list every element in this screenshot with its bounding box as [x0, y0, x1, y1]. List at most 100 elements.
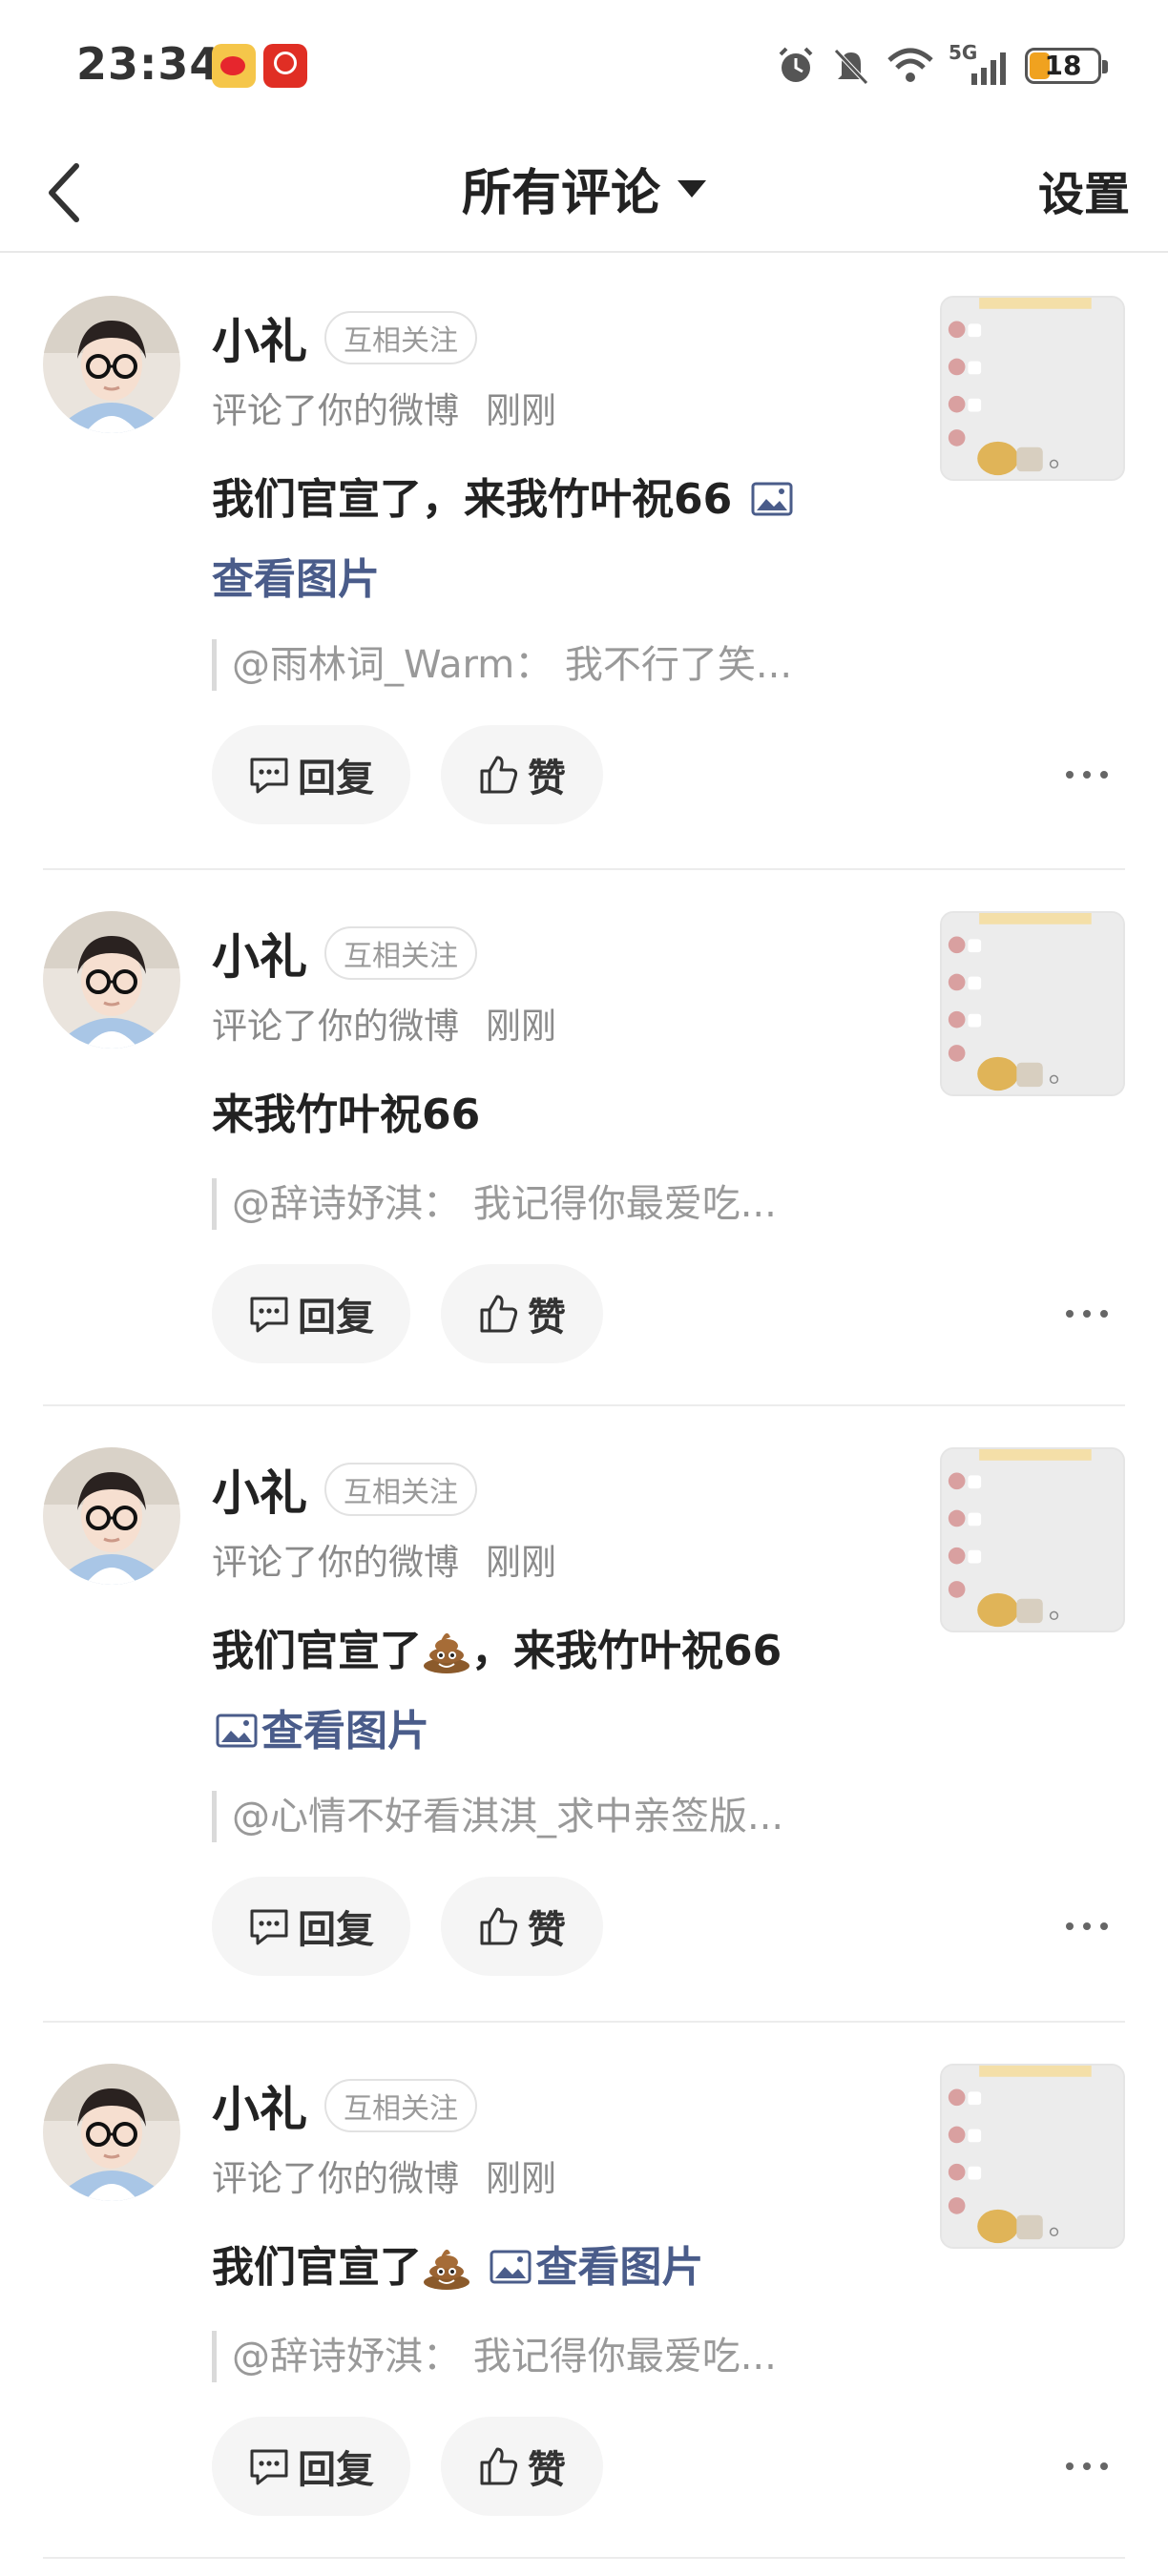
picture-icon: [490, 2250, 532, 2284]
user-name[interactable]: 小礼: [212, 2071, 307, 2140]
comment-action: 评论了你的微博: [212, 390, 459, 431]
reply-button[interactable]: 回复: [212, 2417, 410, 2516]
reply-label: 回复: [298, 1908, 374, 1952]
comment-time: 刚刚: [486, 2158, 556, 2199]
comment-time: 刚刚: [486, 1542, 556, 1583]
reply-label: 回复: [298, 2448, 374, 2492]
comment-meta: 评论了你的微博 刚刚: [212, 1533, 556, 1585]
divider: [43, 2021, 1125, 2023]
signal-icon: 5G: [949, 41, 1012, 87]
comment-body-cont: ，来我竹叶祝66: [471, 1627, 782, 1675]
pile-of-poo-emoji-icon: [422, 2244, 471, 2290]
comment-action: 评论了你的微博: [212, 2158, 459, 2199]
mute-icon: [834, 49, 868, 85]
user-name[interactable]: 小礼: [212, 1455, 307, 1524]
reply-button[interactable]: 回复: [212, 1264, 410, 1363]
user-name[interactable]: 小礼: [212, 919, 307, 987]
thumbs-up-icon: [478, 1905, 520, 1947]
comment-text: 我们官宣了 查看图片: [212, 2228, 937, 2308]
alarm-icon: [779, 47, 813, 82]
reply-button[interactable]: 回复: [212, 725, 410, 824]
like-label: 赞: [528, 1296, 566, 1340]
mutual-follow-badge: 互相关注: [324, 2079, 477, 2132]
weibo-thumbnail[interactable]: [940, 1447, 1125, 1632]
comment-meta: 评论了你的微博 刚刚: [212, 2150, 556, 2201]
battery-level: 18: [1044, 50, 1082, 81]
like-label: 赞: [528, 2448, 566, 2492]
comment-body: 我们官宣了: [212, 1627, 422, 1675]
comment-time: 刚刚: [486, 1006, 556, 1047]
mutual-follow-badge: 互相关注: [324, 1463, 477, 1516]
more-options-icon[interactable]: [1063, 765, 1111, 784]
status-bar: 23:34 5G 18: [0, 0, 1168, 134]
user-avatar[interactable]: [43, 1447, 180, 1585]
like-label: 赞: [528, 757, 566, 800]
quoted-comment[interactable]: @雨林词_Warm： 我不行了笑...: [212, 639, 928, 691]
nav-header: 所有评论 设置: [0, 134, 1168, 253]
like-button[interactable]: 赞: [441, 1264, 603, 1363]
comment-text: 我们官宣了，来我竹叶祝66 查看图片: [212, 460, 880, 620]
view-image-link[interactable]: 查看图片: [261, 1707, 429, 1755]
comment-item: 小礼 互相关注 评论了你的微博 刚刚 来我竹叶祝66 @辞诗妤淇： 我记得你最爱吃…: [0, 911, 1168, 1369]
reply-icon: [248, 2447, 290, 2485]
status-time: 23:34: [76, 38, 221, 90]
comment-text: 我们官宣了 ，来我竹叶祝66 查看图片: [212, 1611, 880, 1772]
more-options-icon[interactable]: [1063, 2457, 1111, 2476]
reply-label: 回复: [298, 1296, 374, 1340]
comment-item: 小礼 互相关注 评论了你的微博 刚刚 我们官宣了 ，来我竹叶祝66 查看图片 @心情…: [0, 1447, 1168, 1982]
comment-action: 评论了你的微博: [212, 1006, 459, 1047]
comment-text: 来我竹叶祝66: [212, 1075, 880, 1155]
user-name[interactable]: 小礼: [212, 303, 307, 372]
thumbs-up-icon: [478, 2445, 520, 2487]
comment-meta: 评论了你的微博 刚刚: [212, 382, 556, 433]
quoted-comment[interactable]: @心情不好看淇淇_求中亲签版...: [212, 1791, 928, 1842]
thumbs-up-icon: [478, 1293, 520, 1335]
like-button[interactable]: 赞: [441, 2417, 603, 2516]
comment-item: 小礼 互相关注 评论了你的微博 刚刚 我们官宣了，来我竹叶祝66 查看图片 @雨林…: [0, 296, 1168, 830]
like-label: 赞: [528, 1908, 566, 1952]
reply-icon: [248, 1295, 290, 1333]
divider: [43, 1404, 1125, 1406]
comment-body: 来我竹叶祝66: [212, 1091, 481, 1139]
weibo-thumbnail[interactable]: [940, 296, 1125, 481]
comment-body: 我们官宣了，来我竹叶祝66: [212, 475, 733, 524]
reply-label: 回复: [298, 757, 374, 800]
battery-icon: 18: [1025, 48, 1108, 84]
quoted-comment[interactable]: @辞诗妤淇： 我记得你最爱吃...: [212, 2331, 928, 2382]
picture-icon: [751, 482, 793, 516]
user-avatar[interactable]: [43, 296, 180, 433]
quoted-comment[interactable]: @辞诗妤淇： 我记得你最爱吃...: [212, 1178, 928, 1230]
page-title: 所有评论: [461, 165, 660, 222]
weibo-app-icon: [212, 44, 256, 88]
user-avatar[interactable]: [43, 911, 180, 1049]
divider: [43, 868, 1125, 870]
user-avatar[interactable]: [43, 2064, 180, 2201]
weibo-thumbnail[interactable]: [940, 2064, 1125, 2249]
view-image-link[interactable]: 查看图片: [212, 555, 380, 604]
wifi-icon: [887, 48, 933, 82]
comment-meta: 评论了你的微博 刚刚: [212, 997, 556, 1049]
picture-icon: [216, 1714, 258, 1748]
pile-of-poo-emoji-icon: [422, 1628, 471, 1673]
comment-item: 小礼 互相关注 评论了你的微博 刚刚 我们官宣了 查看图片 @辞诗妤淇： 我记得你…: [0, 2064, 1168, 2522]
thumbs-up-icon: [478, 754, 520, 796]
pinduoduo-app-icon: [263, 44, 307, 88]
caret-down-icon: [678, 179, 706, 197]
reply-button[interactable]: 回复: [212, 1877, 410, 1976]
reply-icon: [248, 756, 290, 794]
more-options-icon[interactable]: [1063, 1917, 1111, 1936]
comment-action: 评论了你的微博: [212, 1542, 459, 1583]
comment-filter-dropdown[interactable]: 所有评论: [0, 153, 1168, 224]
settings-button[interactable]: 设置: [1038, 156, 1130, 223]
like-button[interactable]: 赞: [441, 725, 603, 824]
mutual-follow-badge: 互相关注: [324, 311, 477, 364]
view-image-link[interactable]: 查看图片: [535, 2243, 703, 2292]
mutual-follow-badge: 互相关注: [324, 926, 477, 980]
more-options-icon[interactable]: [1063, 1304, 1111, 1323]
comment-body: 我们官宣了: [212, 2243, 422, 2292]
divider: [43, 2557, 1125, 2559]
comment-time: 刚刚: [486, 390, 556, 431]
reply-icon: [248, 1907, 290, 1945]
weibo-thumbnail[interactable]: [940, 911, 1125, 1096]
like-button[interactable]: 赞: [441, 1877, 603, 1976]
